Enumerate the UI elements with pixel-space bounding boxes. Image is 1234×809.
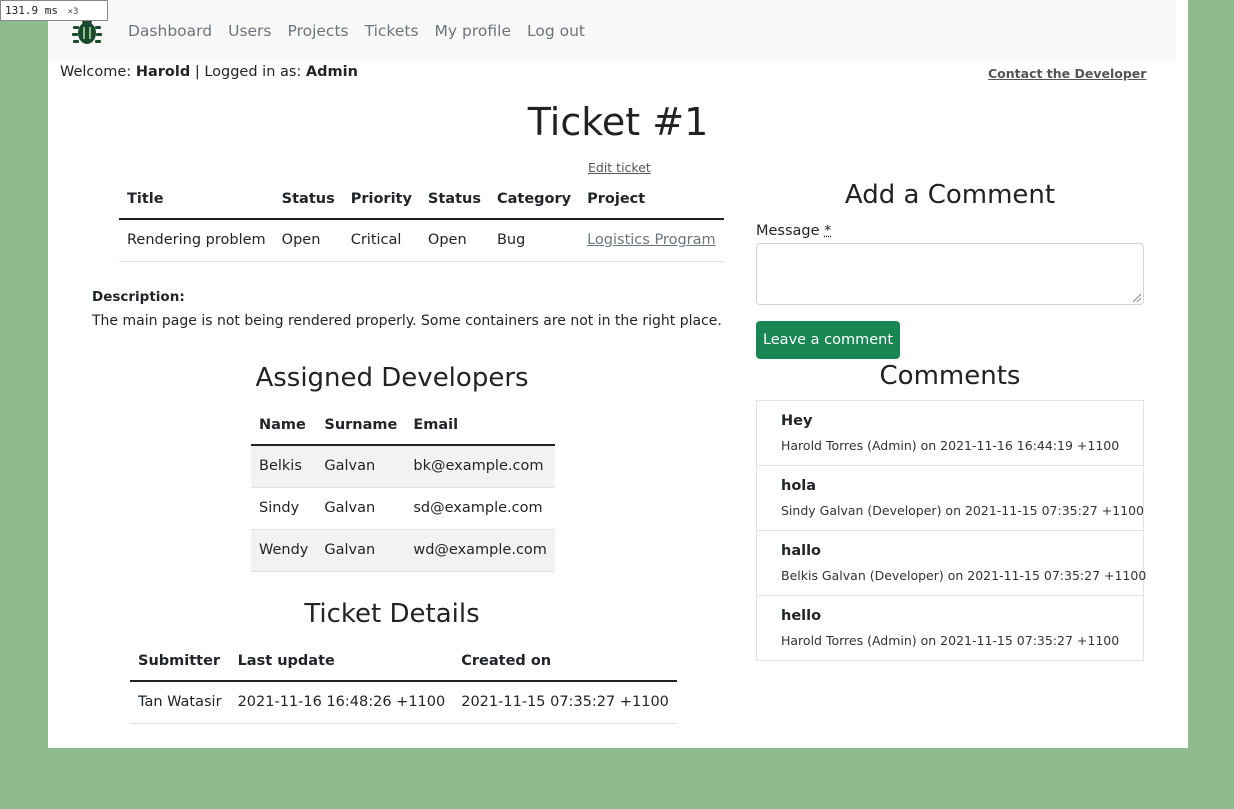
nav-dashboard[interactable]: Dashboard	[128, 22, 212, 40]
comment-item: Hey Harold Torres (Admin) on 2021-11-16 …	[756, 400, 1144, 466]
table-row: Wendy Galvan wd@example.com	[251, 529, 555, 572]
page-title: Ticket #1	[527, 100, 709, 144]
nav-my-profile[interactable]: My profile	[435, 22, 511, 40]
cell-name: Belkis	[251, 445, 317, 488]
table-row: Belkis Galvan bk@example.com	[251, 445, 555, 488]
comments-title: Comments	[879, 361, 1021, 391]
col-email: Email	[405, 405, 555, 446]
cell-surname: Galvan	[316, 529, 406, 572]
welcome-prefix: Welcome:	[60, 64, 132, 80]
perf-unit: ms	[44, 4, 58, 17]
message-label-text: Message	[756, 223, 820, 239]
message-label: Message *	[756, 223, 831, 239]
ticket-table: Title Status Priority Status Category Pr…	[119, 179, 724, 262]
comment-item: hello Harold Torres (Admin) on 2021-11-1…	[756, 595, 1144, 661]
nav-tickets[interactable]: Tickets	[365, 22, 419, 40]
assigned-developers-table: Name Surname Email Belkis Galvan bk@exam…	[251, 405, 555, 572]
message-textarea[interactable]	[756, 243, 1144, 305]
col-last-update: Last update	[229, 641, 454, 682]
comment-message: Hey	[781, 413, 813, 429]
col-surname: Surname	[316, 405, 406, 446]
table-header-row: Submitter Last update Created on	[130, 641, 677, 682]
table-header-row: Name Surname Email	[251, 405, 555, 446]
nav-users[interactable]: Users	[228, 22, 271, 40]
ticket-details-table: Submitter Last update Created on Tan Wat…	[130, 641, 677, 724]
contact-developer-link[interactable]: Contact the Developer	[988, 66, 1146, 81]
nav-projects[interactable]: Projects	[288, 22, 349, 40]
comment-message: hello	[781, 608, 822, 624]
col-status-2: Status	[419, 179, 489, 220]
edit-ticket-link[interactable]: Edit ticket	[588, 160, 651, 175]
comment-message: hallo	[781, 543, 822, 559]
table-row: Rendering problem Open Critical Open Bug…	[119, 219, 724, 262]
perf-badge: 131.9 ms ×3	[0, 0, 108, 21]
resize-grip-icon[interactable]	[1133, 294, 1141, 302]
cell-surname: Galvan	[316, 445, 406, 488]
col-status: Status	[273, 179, 343, 220]
cell-email: wd@example.com	[405, 529, 555, 572]
nav-links: Dashboard Users Projects Tickets My prof…	[128, 22, 601, 40]
welcome-user: Harold	[135, 64, 191, 80]
add-comment-title: Add a Comment	[844, 180, 1056, 210]
col-created-on: Created on	[453, 641, 677, 682]
required-mark: *	[824, 223, 832, 239]
navbar: Dashboard Users Projects Tickets My prof…	[48, 0, 1176, 62]
cell-email: sd@example.com	[405, 487, 555, 530]
description-label: Description:	[92, 289, 185, 305]
col-category: Category	[488, 179, 580, 220]
assigned-developers-title: Assigned Developers	[255, 363, 529, 393]
cell-name: Wendy	[251, 529, 317, 572]
cell-email: bk@example.com	[405, 445, 555, 488]
leave-comment-button[interactable]: Leave a comment	[756, 321, 900, 359]
comment-meta: Belkis Galvan (Developer) on 2021-11-15 …	[781, 568, 1147, 583]
cell-project: Logistics Program	[579, 219, 724, 262]
nav-log-out[interactable]: Log out	[527, 22, 585, 40]
page-container: Dashboard Users Projects Tickets My prof…	[48, 0, 1188, 748]
cell-submitter: Tan Watasir	[130, 681, 230, 724]
table-header-row: Title Status Priority Status Category Pr…	[119, 179, 724, 220]
comment-meta: Sindy Galvan (Developer) on 2021-11-15 0…	[781, 503, 1144, 518]
welcome-role: Admin	[305, 64, 358, 80]
cell-category: Bug	[488, 219, 580, 262]
table-row: Tan Watasir 2021-11-16 16:48:26 +1100 20…	[130, 681, 677, 724]
cell-title: Rendering problem	[119, 219, 274, 262]
description-text: The main page is not being rendered prop…	[92, 313, 722, 329]
comment-meta: Harold Torres (Admin) on 2021-11-15 07:3…	[781, 633, 1120, 648]
cell-surname: Galvan	[316, 487, 406, 530]
cell-status-2: Open	[419, 219, 489, 262]
comments-list: Hey Harold Torres (Admin) on 2021-11-16 …	[756, 400, 1147, 661]
ticket-details-title: Ticket Details	[304, 599, 480, 629]
col-name: Name	[251, 405, 317, 446]
comment-item: hallo Belkis Galvan (Developer) on 2021-…	[756, 530, 1147, 596]
cell-name: Sindy	[251, 487, 317, 530]
table-row: Sindy Galvan sd@example.com	[251, 487, 555, 530]
col-priority: Priority	[342, 179, 420, 220]
perf-multiplier: ×3	[67, 7, 79, 17]
comment-item: hola Sindy Galvan (Developer) on 2021-11…	[756, 465, 1144, 531]
project-link[interactable]: Logistics Program	[587, 232, 716, 248]
cell-created-on: 2021-11-15 07:35:27 +1100	[453, 681, 677, 724]
cell-priority: Critical	[342, 219, 420, 262]
col-project: Project	[579, 179, 724, 220]
welcome-separator: | Logged in as:	[194, 64, 302, 80]
col-submitter: Submitter	[130, 641, 230, 682]
comment-meta: Harold Torres (Admin) on 2021-11-16 16:4…	[781, 438, 1120, 453]
cell-status: Open	[273, 219, 343, 262]
perf-value: 131.9	[5, 4, 39, 17]
col-title: Title	[119, 179, 274, 220]
cell-last-update: 2021-11-16 16:48:26 +1100	[229, 681, 454, 724]
comment-message: hola	[781, 478, 817, 494]
welcome-line: Welcome: Harold | Logged in as: Admin	[60, 64, 358, 80]
